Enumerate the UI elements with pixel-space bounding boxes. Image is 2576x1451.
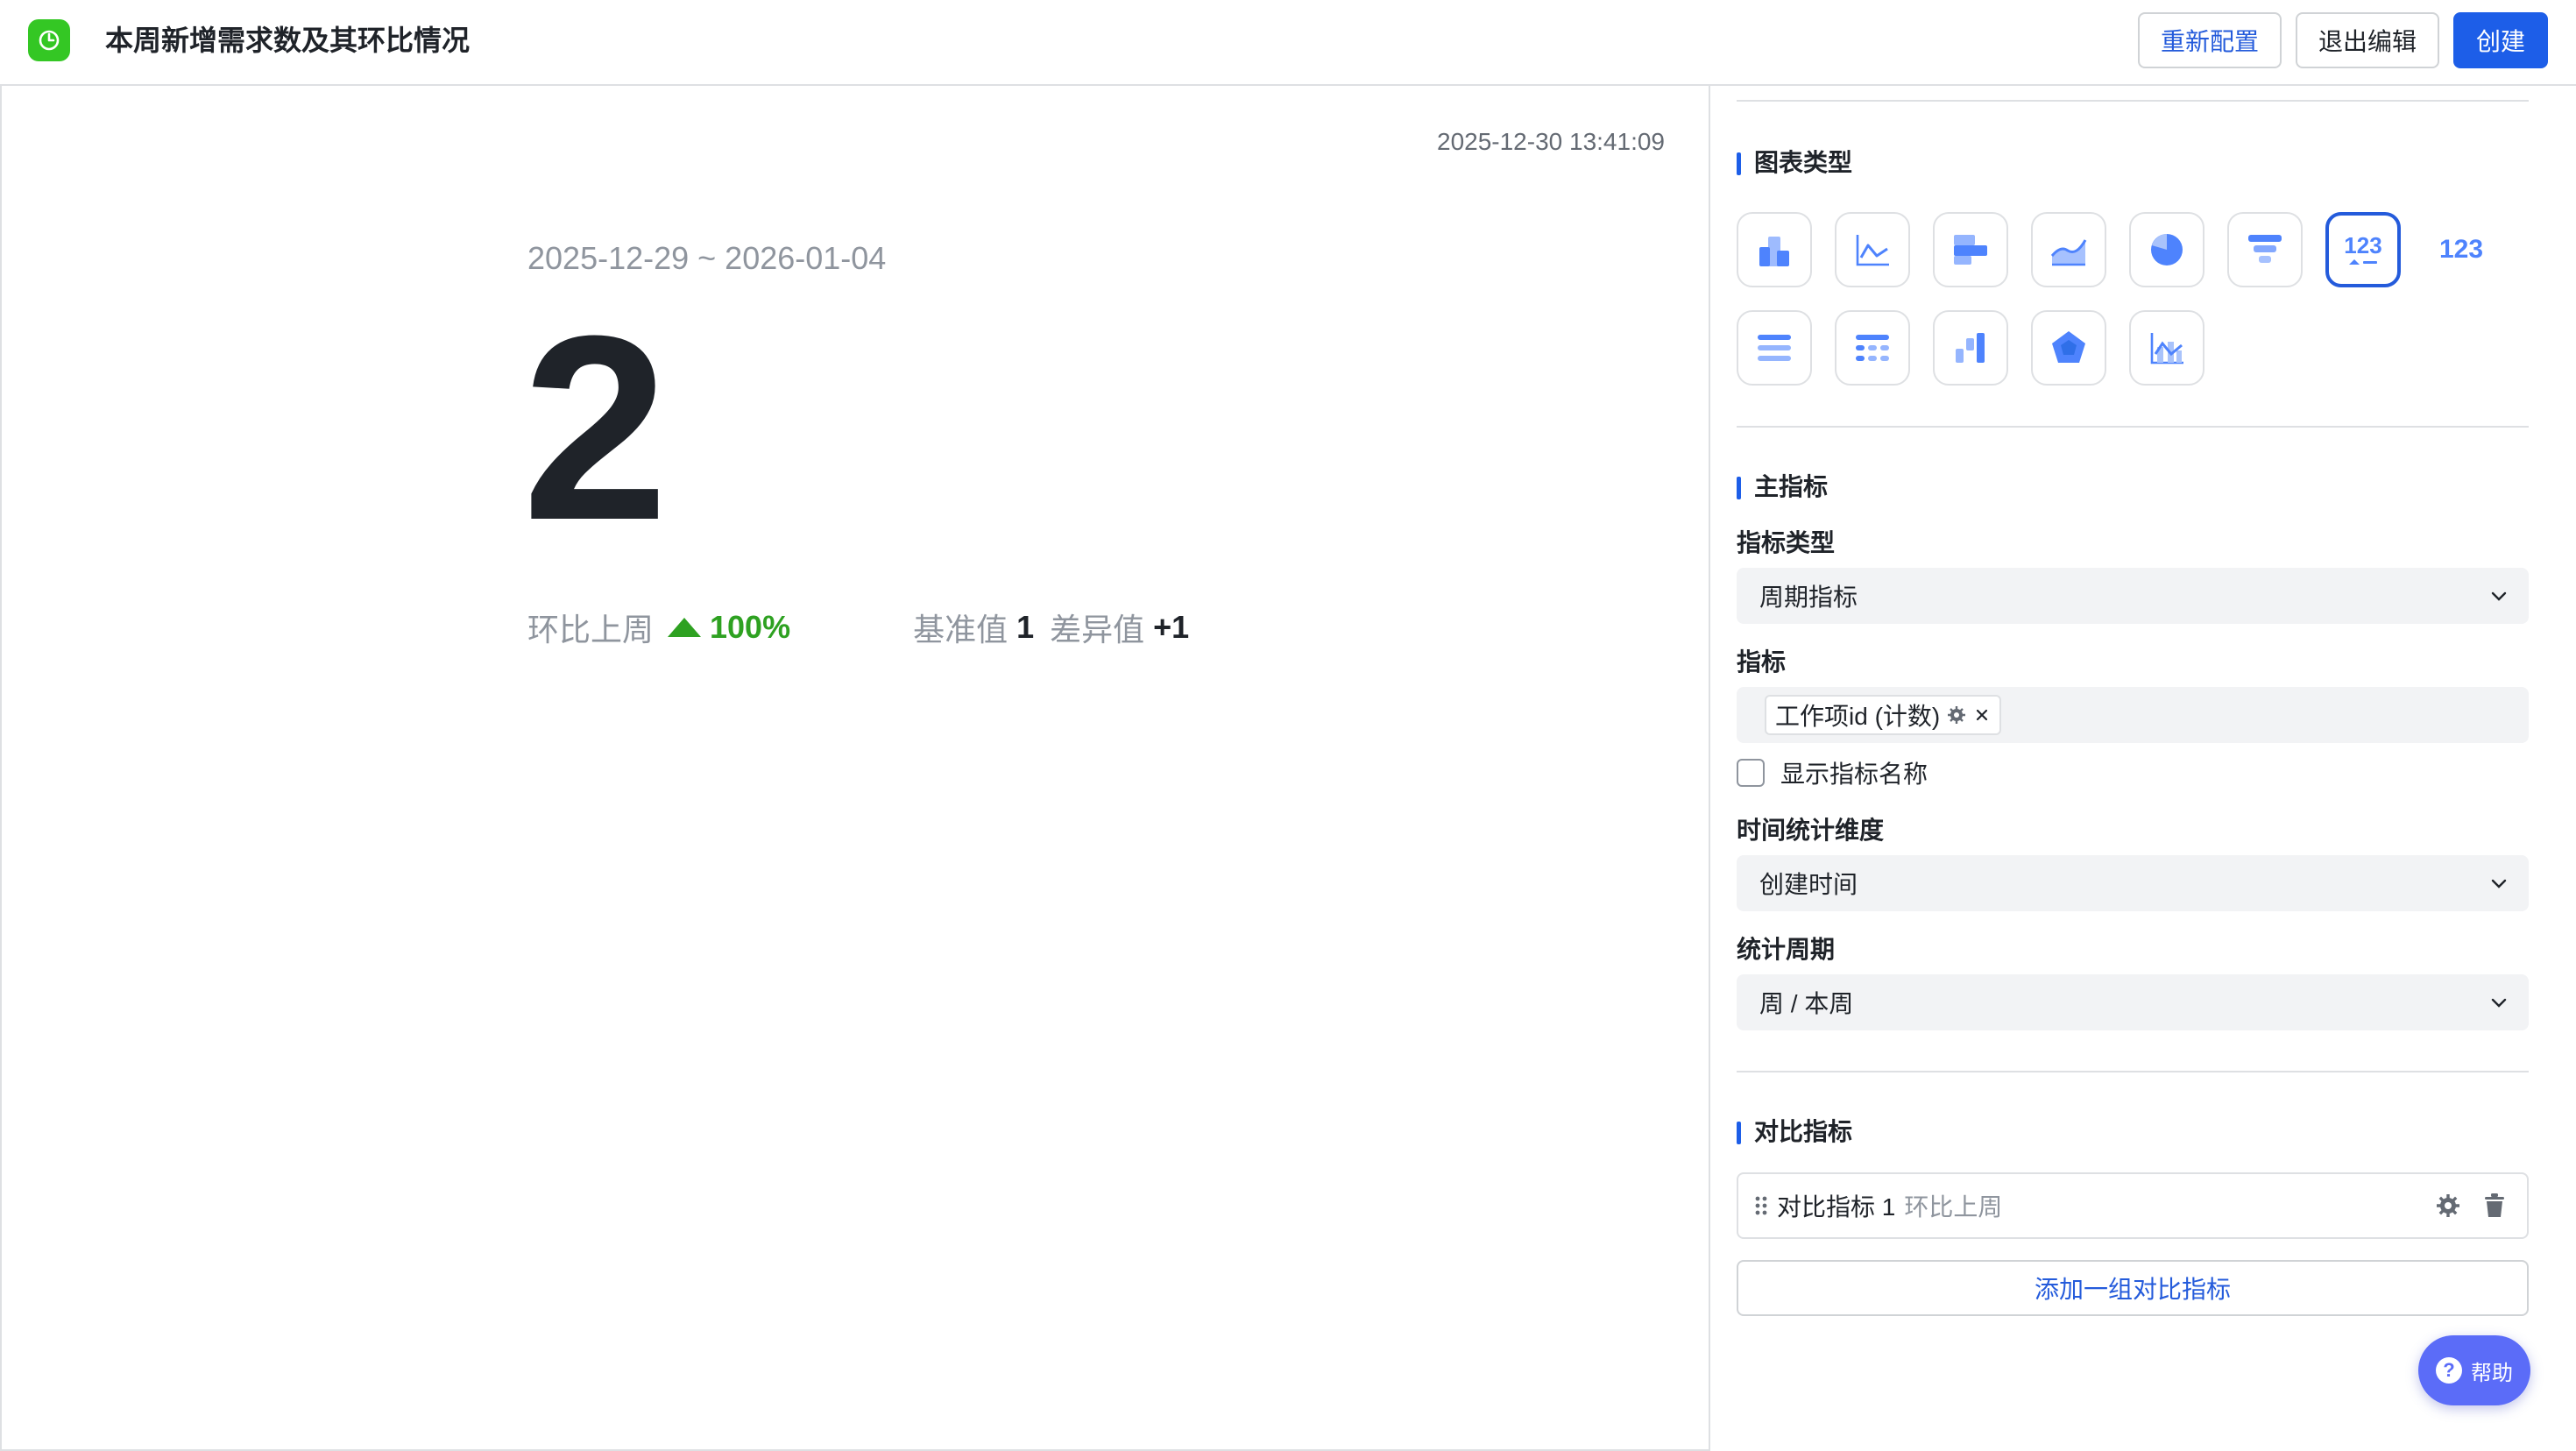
date-range: 2025-12-29 ~ 2026-01-04	[527, 240, 887, 276]
compare-metric-section-title: 对比指标	[1737, 1115, 1852, 1150]
show-metric-name-checkbox-row[interactable]: 显示指标名称	[1737, 755, 1928, 790]
divider	[1737, 426, 2529, 428]
chart-type-section-title: 图表类型	[1737, 145, 1852, 180]
base-value: 1	[1016, 609, 1035, 645]
number-chart-icon: 123	[2438, 235, 2484, 264]
divider	[1737, 100, 2529, 102]
waterfall-chart-icon	[1956, 333, 1985, 363]
reconfigure-button[interactable]: 重新配置	[2138, 12, 2282, 68]
divider	[1737, 1071, 2529, 1072]
chart-type-column[interactable]	[1737, 212, 1812, 287]
show-metric-name-checkbox[interactable]	[1737, 759, 1765, 787]
compare-metric-actions	[2434, 1192, 2508, 1220]
trash-icon[interactable]	[2481, 1192, 2508, 1220]
chart-type-area[interactable]	[2031, 212, 2106, 287]
chart-type-radar[interactable]	[2031, 310, 2106, 386]
area-chart-icon	[2050, 239, 2087, 266]
diff-label: 差异值	[1050, 612, 1145, 648]
chart-type-detail-table[interactable]	[1737, 310, 1812, 386]
chart-type-funnel[interactable]	[2227, 212, 2303, 287]
period-label: 统计周期	[1737, 936, 1836, 963]
indicator-card-icon: 123	[2344, 232, 2382, 266]
gear-icon[interactable]	[1947, 705, 1966, 725]
create-button[interactable]: 创建	[2453, 12, 2548, 68]
exit-edit-button[interactable]: 退出编辑	[2296, 12, 2439, 68]
change-percent: 100%	[668, 609, 790, 646]
update-timestamp: 2025-12-30 13:41:09	[1437, 128, 1665, 155]
combo-chart-icon	[2150, 333, 2183, 365]
metric-type-label: 指标类型	[1737, 529, 1836, 556]
config-panel: 图表类型 123 123 主指标 指标类型 周期指标 指标 工作项id (计数)…	[1712, 86, 2576, 1451]
main-metric-section-title: 主指标	[1737, 470, 1828, 505]
metric-tag[interactable]: 工作项id (计数)	[1765, 695, 2002, 735]
chart-type-line[interactable]	[1835, 212, 1910, 287]
period-select[interactable]: 周 / 本周	[1737, 974, 2529, 1030]
chart-type-number[interactable]: 123	[2424, 212, 2499, 287]
compare-metric-item[interactable]: 对比指标 1 环比上周	[1737, 1172, 2529, 1239]
chevron-down-icon	[2491, 591, 2507, 601]
question-icon: ?	[2436, 1357, 2462, 1384]
metric-label: 指标	[1737, 648, 1787, 676]
help-label: 帮助	[2471, 1361, 2513, 1385]
page-title: 本周新增需求数及其环比情况	[105, 25, 471, 56]
chart-type-indicator-card[interactable]: 123	[2325, 212, 2401, 287]
column-chart-icon	[1759, 237, 1789, 266]
change-value: 100%	[710, 609, 791, 645]
help-button[interactable]: ? 帮助	[2418, 1335, 2530, 1405]
detail-table-icon	[1758, 335, 1791, 361]
metric-type-value: 周期指标	[1759, 584, 1858, 611]
metric-tag-label: 工作项id (计数)	[1775, 703, 1941, 730]
radar-chart-icon	[2052, 331, 2085, 363]
time-dimension-value: 创建时间	[1759, 871, 1858, 898]
main-value: 2	[522, 280, 669, 575]
top-bar: 本周新增需求数及其环比情况 重新配置 退出编辑 创建	[0, 0, 2576, 86]
line-chart-icon	[1856, 235, 1889, 266]
diff-value: +1	[1153, 609, 1190, 645]
comparison-row: 环比上周 100% 基准值 1 差异值 +1	[527, 603, 1189, 652]
indicator-card-icon-label: 123	[2344, 232, 2382, 258]
metric-type-select[interactable]: 周期指标	[1737, 568, 2529, 624]
chevron-down-icon	[2491, 879, 2507, 888]
chart-type-pie[interactable]	[2129, 212, 2204, 287]
metric-select[interactable]: 工作项id (计数)	[1737, 687, 2529, 743]
show-metric-name-label: 显示指标名称	[1780, 761, 1928, 788]
time-dimension-select[interactable]: 创建时间	[1737, 855, 2529, 911]
funnel-chart-icon	[2248, 235, 2282, 263]
drag-handle-icon[interactable]	[1754, 1193, 1768, 1218]
chart-type-combo[interactable]	[2129, 310, 2204, 386]
compare-metric-name: 对比指标 1	[1777, 1193, 1896, 1221]
add-compare-metric-button[interactable]: 添加一组对比指标	[1737, 1260, 2529, 1316]
pie-chart-icon	[2151, 234, 2183, 265]
gear-icon[interactable]	[2434, 1192, 2462, 1220]
compare-label: 环比上周	[527, 612, 655, 648]
arrow-up-icon	[668, 618, 702, 637]
time-dimension-label: 时间统计维度	[1737, 817, 1885, 844]
period-value: 周 / 本周	[1759, 990, 1854, 1017]
base-label: 基准值	[913, 612, 1008, 648]
chart-type-bar[interactable]	[1933, 212, 2008, 287]
compare-metric-sub: 环比上周	[1904, 1193, 2003, 1221]
chart-type-pivot-table[interactable]	[1835, 310, 1910, 386]
chevron-down-icon	[2491, 998, 2507, 1008]
pivot-table-icon	[1856, 335, 1889, 361]
chart-type-waterfall[interactable]	[1933, 310, 2008, 386]
chart-preview: 2025-12-30 13:41:09 2025-12-29 ~ 2026-01…	[0, 86, 1710, 1451]
app-logo-icon	[28, 19, 70, 61]
bar-chart-icon	[1954, 235, 1987, 265]
close-icon[interactable]	[1973, 706, 1991, 724]
